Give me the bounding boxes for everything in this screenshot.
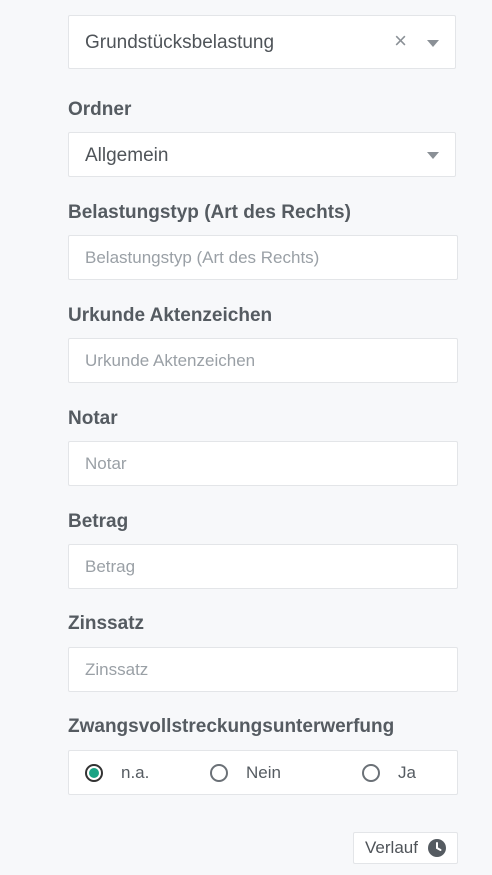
- radio-circle-ja[interactable]: [362, 763, 380, 782]
- radio-circle-nein[interactable]: [210, 763, 228, 782]
- radio-circle-na[interactable]: [85, 763, 103, 782]
- betrag-input[interactable]: [68, 544, 458, 589]
- ordner-select[interactable]: Allgemein: [68, 132, 456, 177]
- radio-na[interactable]: n.a.: [85, 751, 149, 794]
- radio-label-na: n.a.: [121, 762, 150, 782]
- radio-ja[interactable]: Ja: [362, 751, 416, 794]
- clear-icon[interactable]: ×: [394, 30, 407, 52]
- ordner-select-value: Allgemein: [85, 145, 169, 166]
- radio-nein[interactable]: Nein: [210, 751, 281, 794]
- history-button[interactable]: Verlauf: [353, 832, 458, 864]
- betrag-label: Betrag: [68, 511, 129, 532]
- ordner-label: Ordner: [68, 99, 132, 120]
- urkunde-aktenzeichen-label: Urkunde Aktenzeichen: [68, 305, 273, 326]
- type-select[interactable]: Grundstücksbelastung ×: [68, 15, 456, 69]
- zwangsvollstreckung-radio-group: n.a. Nein Ja: [68, 750, 458, 795]
- notar-label: Notar: [68, 408, 118, 429]
- notar-input[interactable]: [68, 441, 458, 486]
- history-button-label: Verlauf: [365, 838, 418, 857]
- belastungstyp-input[interactable]: [68, 235, 458, 280]
- zinssatz-input[interactable]: [68, 647, 458, 692]
- clock-icon: [427, 839, 446, 857]
- type-select-value: Grundstücksbelastung: [85, 32, 275, 53]
- urkunde-aktenzeichen-input[interactable]: [68, 338, 458, 383]
- chevron-down-icon[interactable]: [427, 152, 439, 159]
- zwangsvollstreckung-label: Zwangsvollstreckungsunterwerfung: [68, 716, 395, 737]
- belastungstyp-label: Belastungstyp (Art des Rechts): [68, 202, 351, 223]
- radio-label-ja: Ja: [398, 762, 416, 782]
- chevron-down-icon[interactable]: [427, 40, 439, 47]
- radio-label-nein: Nein: [246, 762, 281, 782]
- zinssatz-label: Zinssatz: [68, 613, 145, 634]
